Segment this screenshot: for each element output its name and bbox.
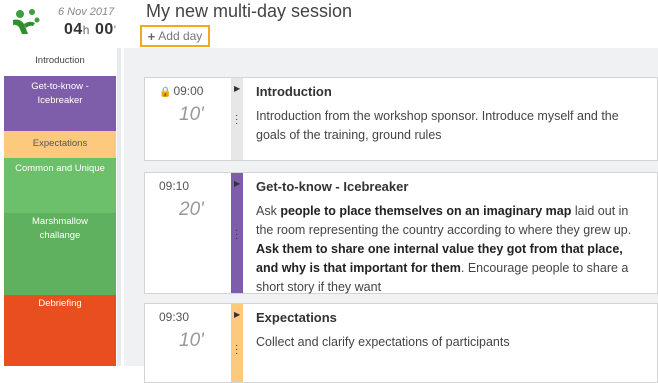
card-description[interactable]: Introduction from the workshop sponsor. …	[256, 107, 647, 145]
card-color-bar[interactable]: ▶ · · ·	[231, 304, 243, 382]
card-time: 09:30	[159, 310, 190, 324]
card-duration[interactable]: 10'	[179, 330, 204, 352]
agenda-card[interactable]: 09:10 20' ▶ · · · Get-to-know - Icebreaker…	[144, 172, 658, 294]
drag-handle-icon[interactable]: · · ·	[235, 341, 238, 359]
timeline-item-introduction[interactable]: Introduction	[4, 48, 116, 76]
hours-unit: h	[82, 23, 90, 37]
card-title[interactable]: Expectations	[256, 310, 337, 325]
session-title[interactable]: My new multi-day session	[146, 1, 352, 22]
card-title[interactable]: Get-to-know - Icebreaker	[256, 179, 408, 194]
session-date: 6 Nov 2017	[58, 6, 115, 18]
card-description[interactable]: Ask people to place themselves on an ima…	[256, 202, 647, 297]
timeline-item-marshmallow[interactable]: Marshmallow challange	[4, 213, 116, 295]
timeline-item-get-to-know[interactable]: Get-to-know - Icebreaker	[4, 76, 116, 131]
timeline-item-label: Common and Unique	[15, 163, 105, 174]
timeline-item-label: Introduction	[35, 55, 85, 66]
add-day-button[interactable]: + Add day	[140, 25, 210, 47]
card-time: 09:10	[159, 179, 190, 193]
timeline-item-label: Marshmallow challange	[32, 216, 88, 241]
timeline-sidebar: Introduction Get-to-know - Icebreaker Ex…	[4, 48, 116, 366]
caret-right-icon[interactable]: ▶	[234, 179, 240, 188]
timeline-scrollbar[interactable]	[117, 48, 121, 366]
add-day-label: Add day	[158, 29, 203, 43]
card-time: 🔒 09:00	[159, 84, 204, 98]
lock-icon[interactable]: 🔒	[159, 87, 171, 98]
minutes-unit: '	[113, 23, 117, 37]
duration-hours: 04	[64, 21, 83, 38]
timeline-item-label: Debriefing	[38, 298, 82, 309]
session-duration: 04h 00'	[64, 21, 117, 39]
plus-icon: +	[147, 28, 156, 44]
card-title[interactable]: Introduction	[256, 84, 332, 99]
agenda-card[interactable]: 09:30 10' ▶ · · · Expectations Collect and…	[144, 303, 658, 383]
timeline-item-common-unique[interactable]: Common and Unique	[4, 158, 116, 213]
timeline-item-label: Expectations	[32, 138, 88, 149]
agenda-card[interactable]: 🔒 09:00 10' ▶ · · · Introduction Introducti…	[144, 77, 658, 161]
caret-right-icon[interactable]: ▶	[234, 84, 240, 93]
duration-minutes: 00	[94, 21, 114, 38]
drag-handle-icon[interactable]: · · ·	[235, 111, 238, 129]
timeline-item-expectations[interactable]: Expectations	[4, 131, 116, 158]
agenda-list: 🔒 09:00 10' ▶ · · · Introduction Introducti…	[124, 48, 658, 383]
card-color-bar[interactable]: ▶ · · ·	[231, 78, 243, 160]
app-logo	[8, 8, 44, 36]
caret-right-icon[interactable]: ▶	[234, 310, 240, 319]
card-duration[interactable]: 10'	[179, 104, 204, 126]
timeline-item-label: Get-to-know - Icebreaker	[31, 81, 89, 106]
card-color-bar[interactable]: ▶ · · ·	[231, 173, 243, 293]
drag-handle-icon[interactable]: · · ·	[235, 226, 238, 244]
card-duration[interactable]: 20'	[179, 199, 204, 221]
timeline-item-debriefing[interactable]: Debriefing	[4, 295, 116, 366]
card-description[interactable]: Collect and clarify expectations of part…	[256, 333, 647, 352]
